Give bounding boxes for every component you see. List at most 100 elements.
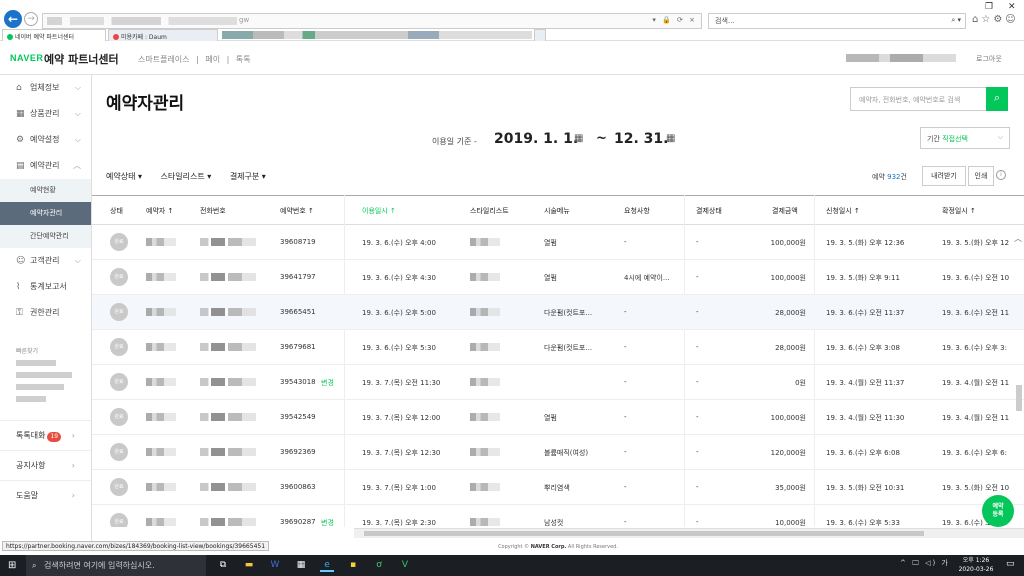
footer-brand: NAVER Corp. xyxy=(530,544,567,550)
header-confirmed[interactable]: 확정일시 ↑ xyxy=(942,206,976,216)
date-end[interactable]: 12. 31. xyxy=(614,131,668,147)
horizontal-scrollbar[interactable] xyxy=(354,528,1024,538)
header-pay-status[interactable]: 결제상태 xyxy=(696,206,722,216)
sidebar-item-clients[interactable]: ☺ 고객관리 ⌵ xyxy=(0,248,91,274)
back-icon[interactable]: ← xyxy=(4,10,22,28)
sidebar-item-permissions[interactable]: ⚿ 권한관리 xyxy=(0,300,91,326)
toolbar-icons[interactable]: ⌂☆⚙☺ xyxy=(972,14,1019,25)
screen: ← → gw ▾ 🔒 ⟳ × 검색... ⌕ ▾ ❐ ✕ ⌂☆⚙☺ 네이버 예약… xyxy=(0,0,1024,576)
sidebar-item-products[interactable]: ▦ 상품관리 ⌵ xyxy=(0,101,91,127)
notification-icon[interactable]: ▭ xyxy=(1006,559,1015,569)
address-redacted xyxy=(47,17,237,25)
tab-partner[interactable]: 네이버 예약 파트너센터 xyxy=(2,29,106,41)
scroll-thumb[interactable] xyxy=(1016,385,1022,411)
cell-pay-status: - xyxy=(696,483,699,491)
table-row[interactable]: 완료 39692369 19. 3. 7.(목) 오후 12:30 볼륨매직(여성) -… xyxy=(92,435,1024,470)
sidebar-notice[interactable]: 공지사항 › xyxy=(0,450,91,480)
sidebar-item-stats[interactable]: ⌇ 통계보고서 xyxy=(0,274,91,300)
date-separator: ~ xyxy=(596,131,607,146)
header-menu[interactable]: 시술메뉴 xyxy=(544,206,570,216)
header-stylist[interactable]: 스타일리스트 xyxy=(470,206,509,216)
system-tray-icons[interactable]: ^ 🖵 ◁) 가 xyxy=(900,558,950,568)
calculator-icon[interactable]: ▦ xyxy=(294,558,308,572)
search-icon[interactable]: ⌕ ▾ xyxy=(951,16,961,25)
shortcut-redacted[interactable] xyxy=(16,360,56,366)
calendar-icon[interactable]: ▦ xyxy=(574,133,583,144)
address-actions-icon[interactable]: ▾ 🔒 ⟳ × xyxy=(652,16,697,24)
header-name[interactable]: 예약자 ↑ xyxy=(146,206,173,216)
table-row[interactable]: 완료 39690287 19. 3. 7.(목) 오후 2:30 남성컷 - - 19. 3… xyxy=(92,505,1024,527)
cell-amount: 0원 xyxy=(795,379,806,387)
link-pay[interactable]: 페이 xyxy=(205,55,220,64)
search-button[interactable]: ⌕ xyxy=(986,87,1008,111)
sidebar-help[interactable]: 도움말 › xyxy=(0,480,91,510)
header-phone[interactable]: 전화번호 xyxy=(200,206,226,216)
vertical-scrollbar[interactable]: ︿ xyxy=(1012,225,1024,425)
cell-use-date: 19. 3. 6.(수) 오후 5:30 xyxy=(362,344,436,352)
site-title[interactable]: 예약 파트너센터 xyxy=(44,51,119,67)
booking-search-input[interactable]: 예약자, 전화번호, 예약번호로 검색 xyxy=(850,87,1008,111)
sidebar-item-business[interactable]: ⌂ 업체정보 ⌵ xyxy=(0,75,91,101)
word-icon[interactable]: W xyxy=(268,558,282,572)
browser-search-input[interactable]: 검색... ⌕ ▾ xyxy=(708,13,966,29)
table-row[interactable]: 완료 39542549 19. 3. 7.(목) 오후 12:00 열펌 - - 19. 3… xyxy=(92,400,1024,435)
period-select[interactable]: 기간 직접선택 ⌵ xyxy=(920,127,1010,149)
logout-link[interactable]: 로그아웃 xyxy=(976,54,1002,64)
calendar-icon[interactable]: ▦ xyxy=(666,133,675,144)
header-status[interactable]: 상태 xyxy=(110,206,123,216)
address-bar[interactable]: gw ▾ 🔒 ⟳ × xyxy=(42,13,702,29)
naver-works-icon[interactable]: V xyxy=(398,558,412,572)
sidebar-item-label: 예약관리 xyxy=(30,161,60,170)
shortcut-redacted[interactable] xyxy=(16,372,72,378)
sidebar: ⌂ 업체정보 ⌵ ▦ 상품관리 ⌵ ⚙ 예약설정 ⌵ ▤ 예약관리 ︿ 예약현황… xyxy=(0,75,92,541)
link-talk[interactable]: 톡톡 xyxy=(236,55,251,64)
sidebar-talk[interactable]: 톡톡대화 19 › xyxy=(0,420,91,450)
table-row[interactable]: 완료 39600863 19. 3. 7.(목) 오후 1:00 뿌리염색 - - 19. … xyxy=(92,470,1024,505)
link-smartplace[interactable]: 스마트플레이스 xyxy=(138,55,190,64)
sidebar-item-booking-mgmt[interactable]: ▤ 예약관리 ︿ xyxy=(0,153,91,179)
info-icon[interactable]: i xyxy=(996,170,1006,180)
table-row[interactable]: 완료 39543018 19. 3. 7.(목) 오전 11:30 - - 19. 3. … xyxy=(92,365,1024,400)
header-use-date[interactable]: 이용일시 ↑ xyxy=(362,206,396,216)
naver-logo[interactable]: NAVER xyxy=(10,53,43,63)
shortcut-redacted[interactable] xyxy=(16,396,46,402)
header-applied[interactable]: 신청일시 ↑ xyxy=(826,206,860,216)
tab-daum[interactable]: 미용카페 : Daum xyxy=(108,29,218,41)
new-tab-button[interactable] xyxy=(534,29,546,41)
header-booking-no[interactable]: 예약번호 ↑ xyxy=(280,206,314,216)
table-row[interactable]: 완료 39679681 19. 3. 6.(수) 오후 5:30 다운펌(컷트포...… xyxy=(92,330,1024,365)
header-request[interactable]: 요청사항 xyxy=(624,206,650,216)
download-button[interactable]: 내려받기 xyxy=(922,166,966,186)
table-row[interactable]: 완료 39608719 19. 3. 6.(수) 오후 4:00 열펌 - - 19. 3.… xyxy=(92,225,1024,260)
filter-status[interactable]: 예약상태 ▾ xyxy=(106,172,142,181)
restore-icon[interactable]: ❐ xyxy=(985,2,993,12)
taskbar-clock[interactable]: 오후 1:26 2020-03-26 xyxy=(958,556,994,574)
add-booking-button[interactable]: 예약 등록 xyxy=(982,495,1014,527)
cell-booking-no: 39543018 xyxy=(280,378,316,386)
print-button[interactable]: 인쇄 xyxy=(968,166,994,186)
sidebar-item-settings[interactable]: ⚙ 예약설정 ⌵ xyxy=(0,127,91,153)
sticky-notes-icon[interactable]: ▪ xyxy=(346,558,360,572)
internet-explorer-icon[interactable]: e xyxy=(320,558,334,572)
sidebar-sub-customers[interactable]: 예약자관리 xyxy=(0,202,91,225)
date-start[interactable]: 2019. 1. 1. xyxy=(494,131,578,147)
chevron-up-icon[interactable]: ︿ xyxy=(1014,233,1022,244)
forward-icon[interactable]: → xyxy=(24,12,38,26)
header-amount[interactable]: 결제금액 xyxy=(772,206,798,216)
table-row[interactable]: 완료 39641797 19. 3. 6.(수) 오후 4:30 열펌 4시에 예약이.… xyxy=(92,260,1024,295)
taskbar-search-input[interactable]: ⌕ 검색하려면 여기에 입력하십시오. xyxy=(26,555,206,576)
scroll-thumb[interactable] xyxy=(364,531,924,536)
task-view-icon[interactable]: ⧉ xyxy=(216,558,230,572)
filter-stylist[interactable]: 스타일리스트 ▾ xyxy=(161,172,212,181)
windows-start-icon[interactable]: ⊞ xyxy=(8,560,16,571)
file-explorer-icon[interactable]: ▬ xyxy=(242,558,256,572)
sidebar-sub-status[interactable]: 예약현황 xyxy=(0,179,91,202)
status-badge: 완료 xyxy=(110,478,128,496)
close-window-icon[interactable]: ✕ xyxy=(1008,2,1016,12)
filter-payment[interactable]: 결제구분 ▾ xyxy=(230,172,266,181)
cell-booking-no: 39600863 xyxy=(280,483,316,491)
shortcut-redacted[interactable] xyxy=(16,384,64,390)
app-icon[interactable]: ơ xyxy=(372,558,386,572)
table-row[interactable]: 완료 39665451 19. 3. 6.(수) 오후 5:00 다운펌(컷트포...… xyxy=(92,295,1024,330)
sidebar-sub-simple[interactable]: 간단예약관리 xyxy=(0,225,91,248)
